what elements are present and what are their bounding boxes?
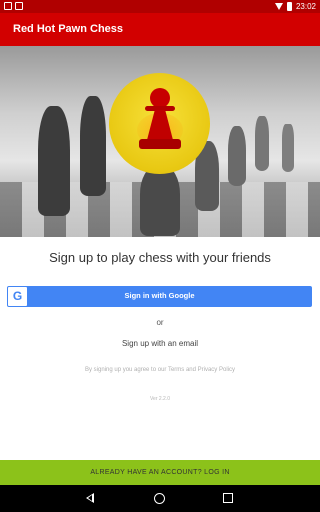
google-sign-in-label: Sign in with Google	[124, 291, 195, 300]
battery-icon	[286, 2, 292, 11]
terms-text[interactable]: By signing up you agree to our Terms and…	[0, 367, 320, 373]
pawn-base	[139, 139, 181, 149]
chess-piece	[255, 116, 269, 171]
chess-piece	[140, 166, 180, 236]
wifi-icon	[274, 3, 283, 10]
home-icon[interactable]	[154, 493, 165, 504]
back-icon[interactable]	[86, 493, 94, 503]
login-button[interactable]: ALREADY HAVE AN ACCOUNT? LOG IN	[0, 460, 320, 485]
or-divider: or	[156, 318, 164, 327]
version-text: Ver 2.2.0	[149, 396, 170, 402]
status-time: 23:02	[295, 2, 316, 11]
google-sign-in-button[interactable]: G Sign in with Google	[7, 286, 312, 307]
screen: 23:02 Red Hot Pawn Chess Sign up to play…	[0, 0, 320, 512]
login-label: ALREADY HAVE AN ACCOUNT? LOG IN	[90, 469, 230, 476]
notification-icon	[4, 2, 12, 10]
signup-headline: Sign up to play chess with your friends	[49, 250, 271, 265]
chess-piece	[80, 96, 106, 196]
pawn-head	[150, 88, 170, 108]
notification-icon	[15, 2, 23, 10]
status-bar: 23:02	[0, 0, 320, 13]
status-right: 23:02	[274, 1, 316, 12]
app-title: Red Hot Pawn Chess	[13, 23, 124, 35]
hero-image	[0, 46, 320, 237]
chess-piece	[228, 126, 246, 186]
chess-piece	[38, 106, 70, 216]
navigation-bar	[0, 485, 320, 512]
email-signup-link[interactable]: Sign up with an email	[0, 339, 320, 348]
chess-piece	[282, 124, 294, 172]
notification-icons	[4, 2, 23, 10]
recents-icon[interactable]	[223, 493, 233, 503]
app-bar: Red Hot Pawn Chess	[0, 13, 320, 46]
red-pawn-logo	[109, 73, 210, 174]
